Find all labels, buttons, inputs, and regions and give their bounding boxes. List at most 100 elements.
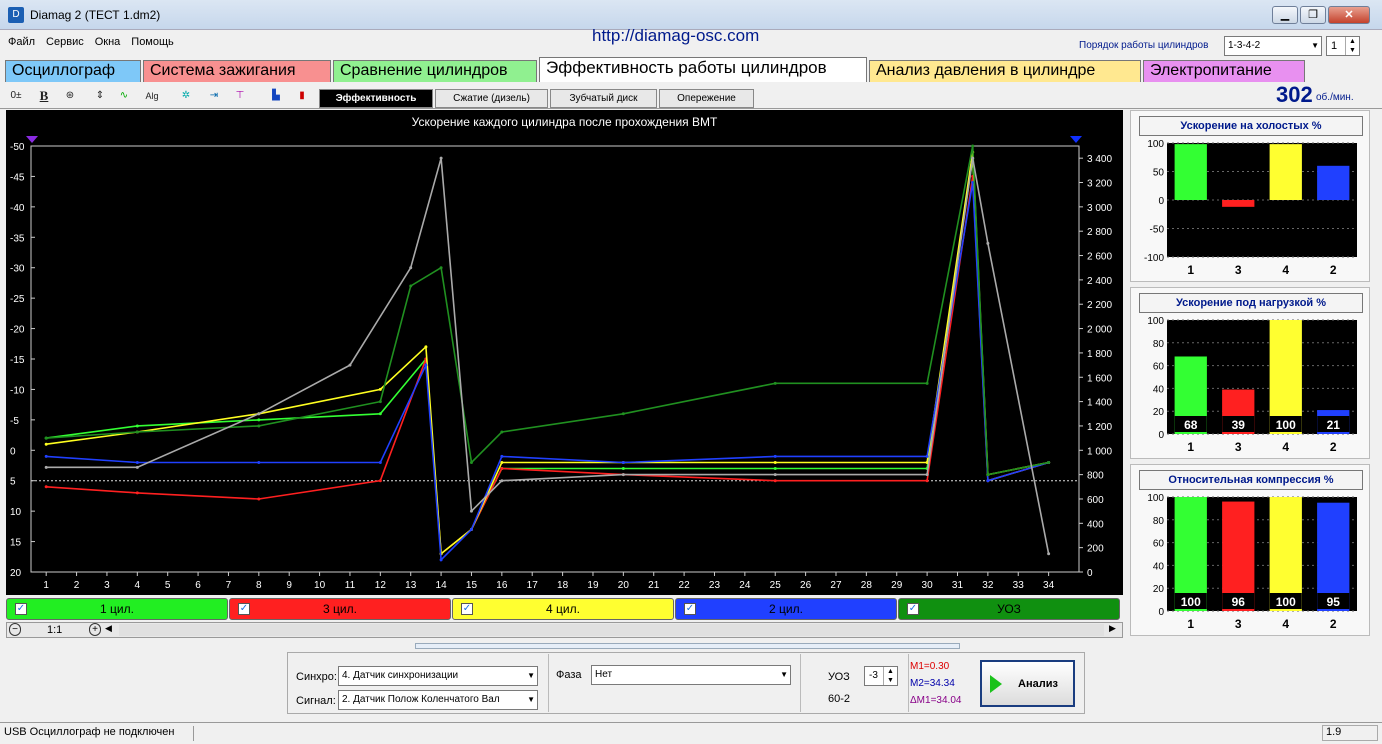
filter-icon[interactable]: ✲ [176,86,196,106]
legend-label: 3 цил. [323,602,357,616]
bold-icon[interactable]: B [34,86,54,106]
firing-order-select[interactable]: 1-3-4-2 ▼ [1224,36,1322,56]
data-point [439,156,443,160]
legend-item[interactable]: ✓ 3 цил. [229,598,451,620]
bar-category: 4 [1282,263,1289,277]
right-marker-icon[interactable] [1070,136,1082,143]
analyze-label: Анализ [1018,678,1058,690]
data-point [500,454,504,458]
checkbox-icon[interactable]: ✓ [238,603,250,615]
bar-category: 3 [1235,440,1242,454]
firing-order-spin[interactable]: 1 ▲ ▼ [1326,36,1360,56]
data-point [378,387,382,391]
y2-tick-label: 2 800 [1087,227,1112,238]
window-title: Diamag 2 (ТЕСТ 1.dm2) [30,8,161,22]
menu-service[interactable]: Сервис [46,36,84,48]
sync-select[interactable]: 4. Датчик синхронизации ▼ [338,666,538,686]
menu-file[interactable]: Файл [8,36,35,48]
tab-2[interactable]: Сравнение цилиндров [333,60,537,82]
x-tick-label: 11 [345,580,356,591]
subtab-advance[interactable]: Опережение [659,89,754,108]
phase-select[interactable]: Нет ▼ [591,665,791,685]
y2-tick-label: 200 [1087,544,1104,555]
uoz-spin[interactable]: -3 ▲ ▼ [864,666,898,686]
data-point [469,460,473,464]
data-point [257,424,261,428]
marker-m1: M1=0.30 [910,661,950,672]
bar-category: 2 [1330,617,1337,631]
legend-label: УОЗ [997,602,1021,616]
scale-icon[interactable]: ⇕ [90,86,110,106]
maximize-button[interactable]: ❐ [1300,6,1326,24]
bar-category: 4 [1282,617,1289,631]
data-point [44,442,48,446]
scroll-right-icon[interactable]: ▶ [1109,623,1116,634]
checkbox-icon[interactable]: ✓ [907,603,919,615]
compression-panel: Относительная компрессия % 100 80 60 40 20 0 1… [1130,464,1370,636]
series-line [46,157,1050,554]
numbering-icon[interactable]: ⇥ [204,86,224,106]
zoom-out-icon[interactable]: − [9,623,21,636]
y-tick-label: -30 [10,264,25,275]
zoom-in-icon[interactable]: + [89,623,101,636]
rpm-icon[interactable]: ⊛ [60,86,80,106]
analyze-button[interactable]: Анализ [980,660,1075,707]
subtab-compression-diesel[interactable]: Сжатие (дизель) [435,89,548,108]
subtab-toothed-wheel[interactable]: Зубчатый диск [550,89,657,108]
line-chart-icon[interactable]: ∿ [114,86,134,106]
offset-icon[interactable]: 0± [6,86,26,106]
series-line [46,182,1049,562]
bar-value-label: 100 [1276,418,1296,432]
x-tick-label: 17 [527,580,539,591]
y2-tick-label: 400 [1087,519,1104,530]
tab-5[interactable]: Электропитание [1143,60,1305,82]
checkbox-icon[interactable]: ✓ [684,603,696,615]
scroll-left-icon[interactable]: ◀ [105,623,112,634]
y2-tick-label: 600 [1087,495,1104,506]
connection-status: USB Осциллограф не подключен [4,726,194,741]
data-point [986,473,990,477]
y-tick-label: 20 [10,568,22,579]
legend-item[interactable]: ✓ 2 цил. [675,598,897,620]
y-tick-label: 0 [10,446,16,457]
tab-1[interactable]: Система зажигания [143,60,331,82]
minimize-button[interactable]: ▁ [1272,6,1298,24]
bar-chart-icon[interactable]: ▙ [266,86,286,106]
tab-0[interactable]: Осциллограф [5,60,141,82]
menu-windows[interactable]: Окна [95,36,121,48]
y-tick-label: -45 [10,172,25,183]
y2-tick-label: 2 400 [1087,276,1112,287]
version: 1.9 [1322,725,1378,741]
spin-arrows-icon[interactable]: ▲ ▼ [883,667,897,685]
bar [1269,144,1302,200]
bar-y-tick: 60 [1153,539,1165,550]
tab-4[interactable]: Анализ давления в цилиндре [869,60,1141,82]
legend-item[interactable]: ✓ 1 цил. [6,598,228,620]
checkbox-icon[interactable]: ✓ [461,603,473,615]
website-url[interactable]: http://diamag-osc.com [592,26,759,46]
signal-select[interactable]: 2. Датчик Полож Коленчатого Вал ▼ [338,690,538,710]
bar [1174,144,1207,200]
marker-icon[interactable]: ⊤ [230,86,250,106]
algorithm-icon[interactable]: Alg [142,86,162,106]
left-marker-icon[interactable] [26,136,38,143]
menu-help[interactable]: Помощь [131,36,174,48]
subtab-efficiency[interactable]: Эффективность [319,89,433,108]
histogram-icon[interactable]: ▮ [292,86,312,106]
checkbox-icon[interactable]: ✓ [15,603,27,615]
spin-arrows-icon[interactable]: ▲ ▼ [1345,37,1359,55]
close-button[interactable]: ✕ [1328,6,1370,24]
zoom-bar: − 1:1 + ◀ ▶ [6,622,1123,638]
data-point [135,424,139,428]
data-point [500,430,504,434]
tab-3[interactable]: Эффективность работы цилиндров [539,57,867,82]
y2-tick-label: 2 200 [1087,300,1112,311]
legend-item[interactable]: ✓ 4 цил. [452,598,674,620]
horizontal-scrollbar[interactable] [119,624,1104,636]
legend-item[interactable]: ✓ УОЗ [898,598,1120,620]
y-tick-label: 15 [10,538,22,549]
bar-value-label: 96 [1232,595,1246,609]
splitter-handle[interactable] [415,643,960,649]
acceleration-chart[interactable]: -50 -45 -40 -35 -30 -25 -20 -15 -10 -5 0 5 10 15 20 3 4… [6,110,1123,595]
x-tick-label: 12 [375,580,387,591]
